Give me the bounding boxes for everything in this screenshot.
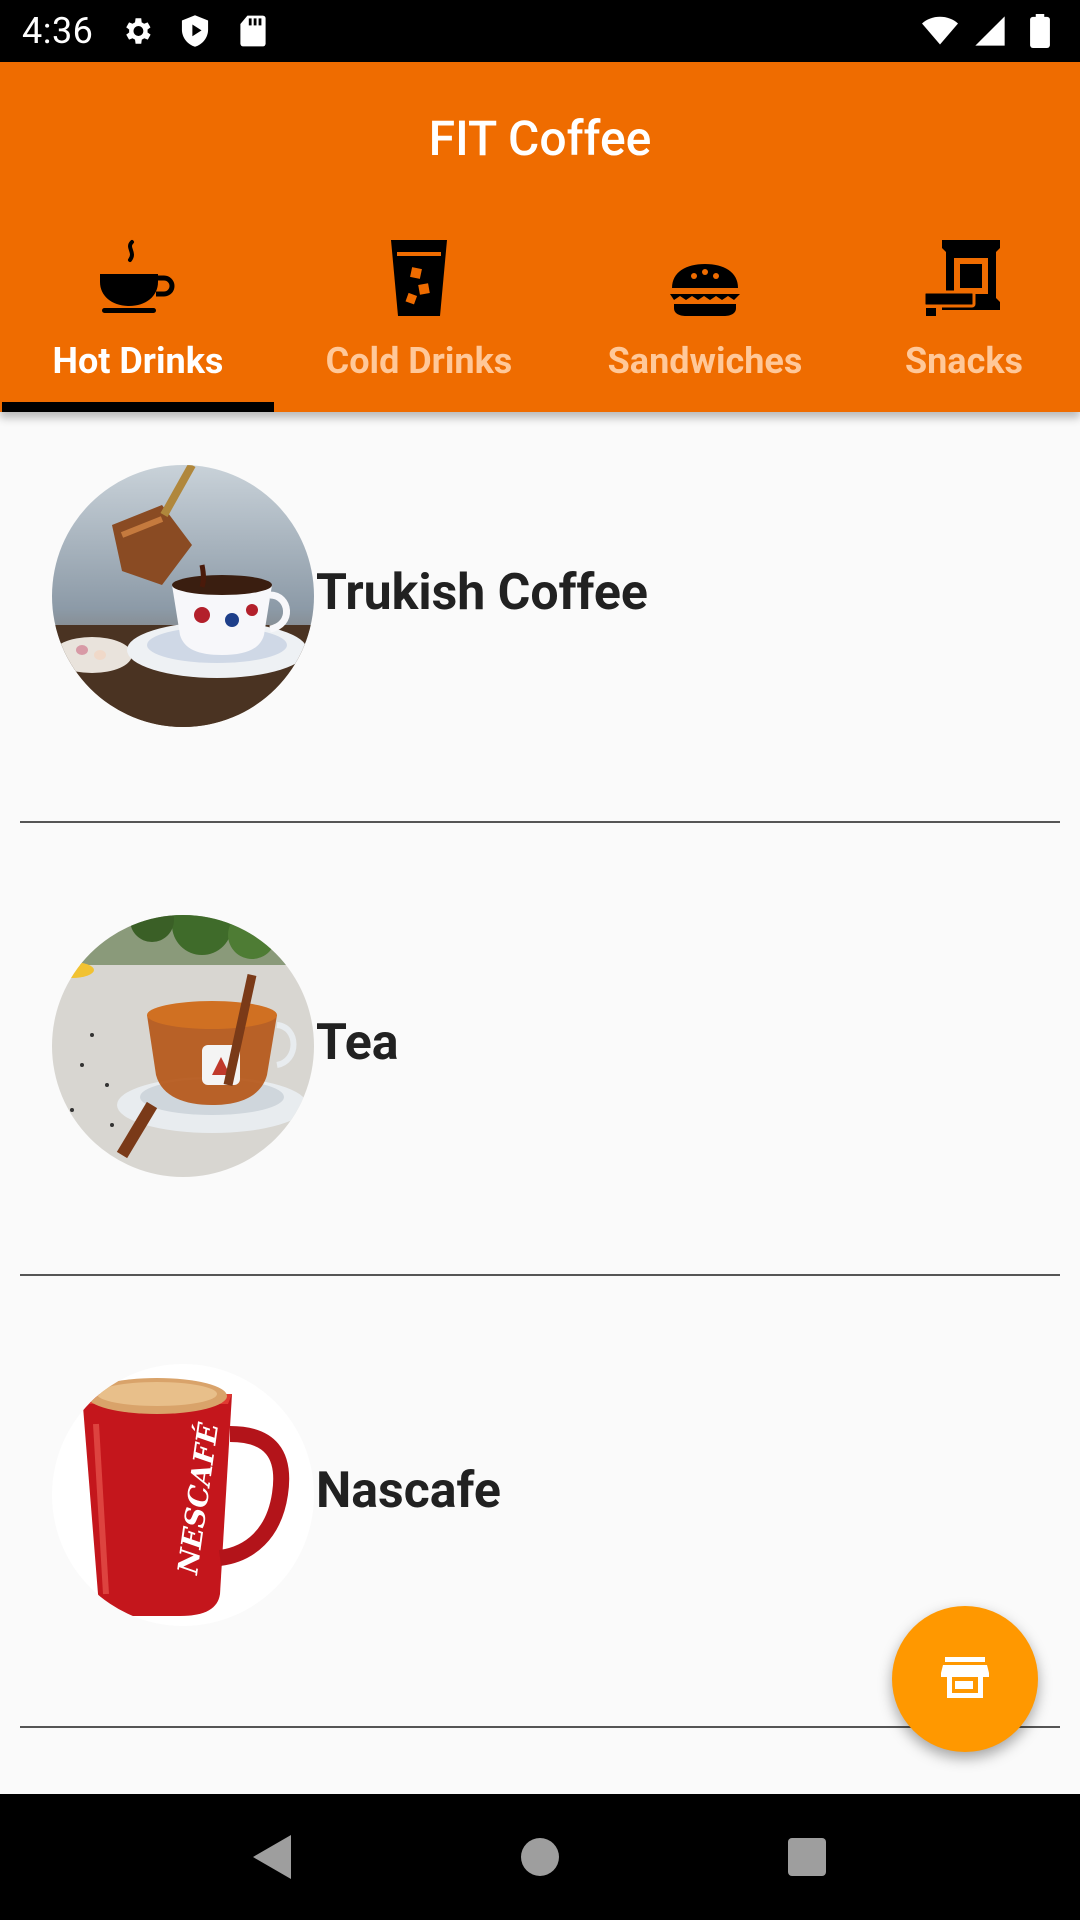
tea-image (52, 915, 314, 1177)
store-icon (941, 1657, 989, 1701)
tab-snacks[interactable]: Snacks (848, 222, 1080, 412)
nescafe-mug-image: NESCAFÉ (52, 1364, 314, 1626)
list-item[interactable]: Trukish Coffee (0, 412, 1080, 864)
tab-snacks-label: Snacks (904, 340, 1024, 382)
divider (20, 821, 1060, 823)
recents-button[interactable] (767, 1817, 847, 1897)
item-name: Tea (316, 1014, 399, 1072)
status-time: 4:36 (22, 10, 94, 52)
item-name: Trukish Coffee (316, 564, 648, 622)
active-tab-indicator (2, 402, 274, 412)
turkish-coffee-image (52, 465, 314, 727)
iced-drink-icon (374, 228, 464, 318)
back-icon (253, 1835, 292, 1879)
list-item[interactable]: Tea (0, 864, 1080, 1316)
play-protect-icon (177, 13, 213, 49)
snack-bag-icon (919, 228, 1009, 318)
status-bar: 4:36 (0, 0, 1080, 62)
tab-sandwiches-label: Sandwiches (607, 340, 803, 382)
tab-cold-drinks-label: Cold Drinks (325, 340, 513, 382)
tab-bar: Hot Drinks Cold Drinks Sandwiches Snacks (0, 222, 1080, 412)
sd-card-icon (235, 13, 271, 49)
item-name: Nascafe (316, 1462, 501, 1520)
hot-cup-icon (93, 228, 183, 318)
signal-icon (972, 13, 1008, 49)
divider (20, 1274, 1060, 1276)
divider (20, 1726, 1060, 1728)
app-bar: FIT Coffee Hot Drinks Cold Drinks Sandwi… (0, 62, 1080, 412)
tab-sandwiches[interactable]: Sandwiches (562, 222, 848, 412)
tab-cold-drinks[interactable]: Cold Drinks (276, 222, 562, 412)
tab-hot-drinks-label: Hot Drinks (52, 340, 224, 382)
wifi-icon (922, 13, 958, 49)
app-title: FIT Coffee (428, 110, 652, 167)
sandwich-icon (660, 228, 750, 318)
home-button[interactable] (500, 1817, 580, 1897)
store-fab-button[interactable] (892, 1606, 1038, 1752)
settings-icon (119, 13, 155, 49)
battery-icon (1022, 13, 1058, 49)
home-icon (520, 1838, 559, 1876)
recents-icon (787, 1838, 826, 1876)
navigation-bar (0, 1794, 1080, 1920)
tab-hot-drinks[interactable]: Hot Drinks (0, 222, 276, 412)
back-button[interactable] (233, 1817, 313, 1897)
